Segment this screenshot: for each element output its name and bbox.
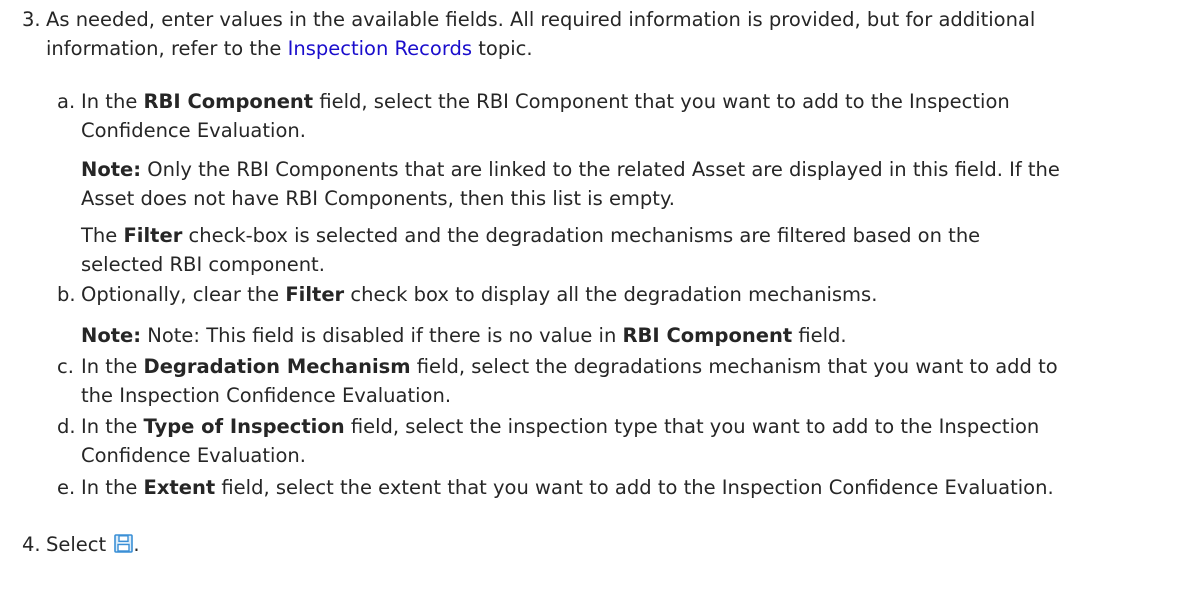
note-label: Note: xyxy=(81,324,142,347)
substep-text: In the Type of Inspection field, select … xyxy=(81,415,1040,467)
save-icon[interactable] xyxy=(114,532,134,553)
field-name: Type of Inspection xyxy=(143,415,345,438)
field-name: Filter xyxy=(123,224,183,247)
substep-text: Optionally, clear the Filter check box t… xyxy=(81,283,878,306)
substep-letter: b. xyxy=(57,283,76,306)
step-text-line: information, refer to the Inspection Rec… xyxy=(46,37,533,60)
field-name: RBI Component xyxy=(622,324,793,347)
filter-paragraph: The Filter check-box is selected and the… xyxy=(81,224,981,276)
field-name: Filter xyxy=(285,283,345,306)
substep-letter: d. xyxy=(57,415,76,438)
note-label: Note: xyxy=(81,158,142,181)
inspection-records-link[interactable]: Inspection Records xyxy=(288,37,472,60)
field-name: RBI Component xyxy=(143,90,314,113)
field-name: Extent xyxy=(143,476,216,499)
field-name: Degradation Mechanism xyxy=(143,355,411,378)
substep-text: In the Extent field, select the extent t… xyxy=(81,476,1054,499)
substep-text: In the RBI Component field, select the R… xyxy=(81,90,1010,142)
note-b: Note: Note: This field is disabled if th… xyxy=(81,324,847,347)
step-text: Select . xyxy=(46,532,140,556)
step-text: As needed, enter values in the available… xyxy=(46,5,1166,63)
step-number: 3. xyxy=(22,8,41,31)
substep-letter: a. xyxy=(57,90,76,113)
substep-letter: e. xyxy=(57,476,76,499)
substep-text: In the Degradation Mechanism field, sele… xyxy=(81,355,1058,407)
note-a: Note: Only the RBI Components that are l… xyxy=(81,158,1060,210)
step-number: 4. xyxy=(22,533,41,556)
substep-letter: c. xyxy=(57,355,74,378)
document-page: 3. As needed, enter values in the availa… xyxy=(0,0,1195,613)
step-text-line: As needed, enter values in the available… xyxy=(46,8,1036,31)
